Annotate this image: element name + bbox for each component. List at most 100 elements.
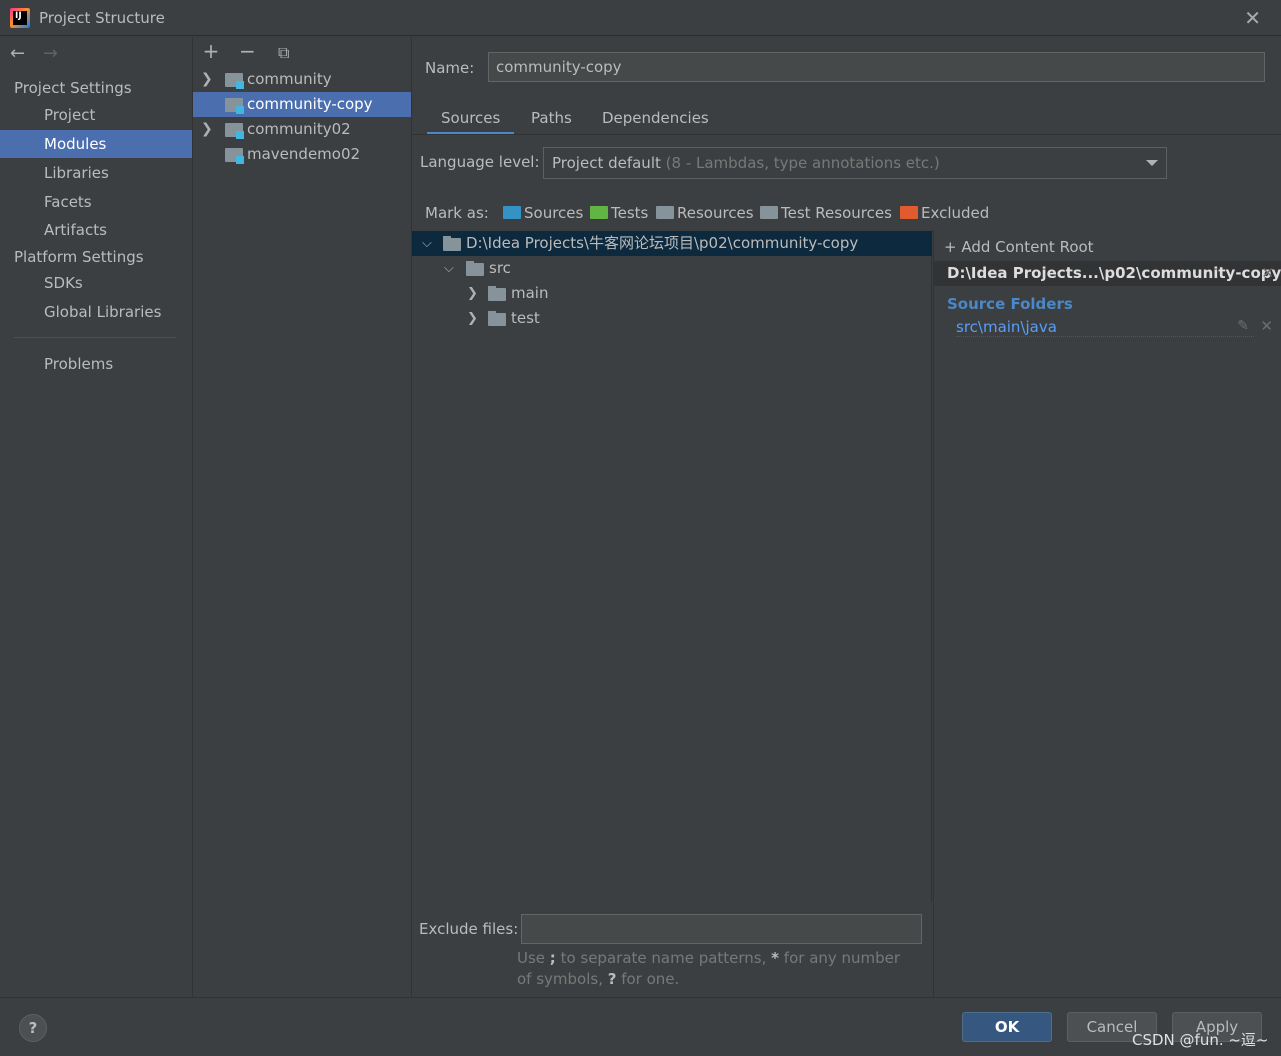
edit-pencil-icon[interactable]: ✎ [1237,318,1249,334]
chevron-right-icon[interactable]: ❯ [201,67,213,92]
tree-row-main[interactable]: ❯ main [412,281,932,306]
source-folder-link[interactable]: src\main\java [956,318,1254,337]
exclude-files-input[interactable] [521,914,922,944]
tree-src-label: src [489,259,511,277]
module-folder-icon [225,148,244,164]
language-level-label: Language level: [420,153,540,171]
module-name: community-copy [247,95,373,113]
dialog-button-bar: ? OK Cancel Apply CSDN @fun. ~逗~ [0,997,1281,1056]
mark-resources-label: Resources [677,204,754,222]
module-row[interactable]: ❯ community02 [193,117,411,142]
chevron-down-icon [1146,160,1158,166]
nav-divider [14,337,176,338]
module-row[interactable]: mavendemo02 [193,142,411,167]
nav-item-project[interactable]: Project [0,101,192,129]
remove-source-folder-close-icon[interactable]: ✕ [1260,317,1273,335]
module-row[interactable]: ❯ community [193,67,411,92]
hint-text: to separate name patterns, [555,949,772,967]
mark-test-resources-label: Test Resources [781,204,892,222]
remove-root-close-icon[interactable]: ✕ [1261,261,1274,286]
content-tree: ⌵ D:\Idea Projects\牛客网论坛项目\p02\community… [412,230,932,902]
language-level-dropdown[interactable]: Project default (8 - Lambdas, type annot… [543,147,1167,179]
module-name-field[interactable] [488,52,1265,82]
hint-star: * [771,949,780,967]
exclude-files-hint: Use ; to separate name patterns, * for a… [517,948,917,990]
module-toolbar: + − ⧉ [201,39,304,63]
tree-row-test[interactable]: ❯ test [412,306,932,331]
chevron-down-icon[interactable]: ⌵ [422,231,432,256]
add-content-root-label: Add Content Root [961,238,1094,256]
nav-item-libraries[interactable]: Libraries [0,159,192,187]
back-arrow-icon[interactable]: ← [10,43,25,64]
mark-as-label: Mark as: [425,204,489,222]
tree-row-src[interactable]: ⌵ src [412,256,932,281]
forward-arrow-icon[interactable]: → [43,43,58,64]
chevron-right-icon[interactable]: ❯ [467,281,478,306]
nav-item-problems[interactable]: Problems [0,350,192,378]
mark-resources-button[interactable]: Resources [656,204,754,222]
sources-folder-icon [503,206,521,219]
nav-item-artifacts[interactable]: Artifacts [0,216,192,244]
folder-icon [466,261,484,276]
content-root-panel: + Add Content Root D:\Idea Projects...\p… [933,230,1281,997]
nav-item-sdks[interactable]: SDKs [0,269,192,297]
folder-icon [488,286,506,301]
chevron-right-icon[interactable]: ❯ [467,306,478,331]
tree-root-label: D:\Idea Projects\牛客网论坛项目\p02\community-c… [466,234,859,252]
module-details-pane: Name: Sources Paths Dependencies Languag… [412,37,1281,997]
module-row[interactable]: community-copy [193,92,411,117]
tree-main-label: main [511,284,549,302]
hint-text: for one. [616,970,680,988]
chevron-right-icon[interactable]: ❯ [201,117,213,142]
tab-paths[interactable]: Paths [517,103,586,135]
watermark: CSDN @fun. ~逗~ [1132,1031,1269,1049]
nav-item-modules[interactable]: Modules [0,130,192,158]
title-bar: IJ Project Structure ✕ [0,0,1281,36]
settings-nav: ← → Project Settings Project Modules Lib… [0,37,193,997]
add-content-root-button[interactable]: + Add Content Root [944,238,1094,256]
help-button[interactable]: ? [19,1014,47,1042]
test-resources-folder-icon [760,206,778,219]
mark-test-resources-button[interactable]: Test Resources [760,204,892,222]
nav-item-global-libraries[interactable]: Global Libraries [0,298,192,326]
ok-button[interactable]: OK [962,1012,1052,1042]
exclude-files-label: Exclude files: [419,920,519,938]
close-icon[interactable]: ✕ [1244,6,1261,30]
module-name: community [247,70,332,88]
mark-sources-label: Sources [524,204,584,222]
module-folder-icon [225,73,244,89]
mark-as-bar: Mark as: Sources Tests Resources Test Re… [425,203,1025,225]
nav-arrows: ← → [10,43,70,64]
resources-folder-icon [656,206,674,219]
project-settings-header: Project Settings [14,79,132,97]
folder-icon [443,236,461,251]
copy-icon[interactable]: ⧉ [274,43,294,63]
plus-icon: + [944,238,962,256]
tree-row-root[interactable]: ⌵ D:\Idea Projects\牛客网论坛项目\p02\community… [412,231,932,256]
content-root-path-label: D:\Idea Projects...\p02\community-copy [947,264,1281,282]
module-name: community02 [247,120,351,138]
platform-settings-header: Platform Settings [14,248,144,266]
tree-test-label: test [511,309,540,327]
module-list-pane: + − ⧉ ❯ community community-copy ❯ commu… [193,37,412,997]
add-icon[interactable]: + [201,39,221,63]
source-folders-title: Source Folders [947,295,1073,313]
excluded-folder-icon [900,206,918,219]
remove-icon[interactable]: − [237,39,257,63]
name-label: Name: [425,59,475,77]
intellij-logo-icon: IJ [10,8,30,28]
nav-item-facets[interactable]: Facets [0,188,192,216]
mark-excluded-label: Excluded [921,204,990,222]
module-name: mavendemo02 [247,145,361,163]
tab-sources[interactable]: Sources [427,103,515,135]
mark-excluded-button[interactable]: Excluded [900,204,989,222]
mark-tests-button[interactable]: Tests [590,204,648,222]
language-level-hint: (8 - Lambdas, type annotations etc.) [665,154,940,172]
chevron-down-icon[interactable]: ⌵ [444,256,454,281]
mark-sources-button[interactable]: Sources [503,204,583,222]
tab-dependencies[interactable]: Dependencies [588,103,723,135]
window-title: Project Structure [39,9,165,27]
tests-folder-icon [590,206,608,219]
hint-text: Use [517,949,550,967]
module-folder-icon [225,123,244,139]
